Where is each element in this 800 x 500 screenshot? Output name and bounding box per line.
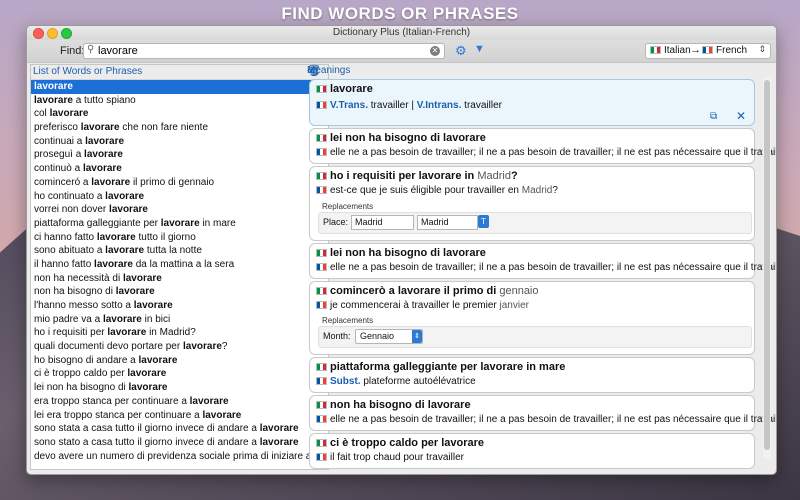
meanings-header: Meanings 🗑 « bbox=[305, 63, 776, 78]
list-item[interactable]: piattaforma galleggiante per lavorare in… bbox=[31, 217, 328, 231]
list-item[interactable]: sono abituato a lavorare tutta la notte bbox=[31, 244, 328, 258]
list-item[interactable]: proseguì a lavorare bbox=[31, 148, 328, 162]
replacements-box: Place: Madrid Madrid T bbox=[318, 212, 752, 234]
filter-icon[interactable]: ▼ bbox=[474, 43, 485, 55]
france-flag-icon bbox=[316, 377, 327, 386]
gear-icon[interactable]: ⚙ bbox=[455, 43, 467, 59]
italy-flag-icon bbox=[316, 249, 327, 258]
france-flag-icon bbox=[316, 148, 327, 157]
list-item[interactable]: continuai a lavorare bbox=[31, 135, 328, 149]
italy-flag-icon bbox=[316, 134, 327, 143]
list-item[interactable]: quali documenti devo portare per lavorar… bbox=[31, 340, 328, 354]
clear-search-button[interactable]: ✕ bbox=[430, 46, 440, 56]
app-window: Dictionary Plus (Italian-French) Find: ⚲… bbox=[26, 25, 777, 475]
search-box[interactable]: ⚲ ✕ bbox=[83, 43, 445, 59]
france-flag-icon bbox=[316, 453, 327, 462]
list-item[interactable]: lei era troppo stanca per continuare a l… bbox=[31, 409, 328, 423]
list-item[interactable]: col lavorare bbox=[31, 107, 328, 121]
list-item[interactable]: preferisco lavorare che non fare niente bbox=[31, 121, 328, 135]
month-select[interactable]: Gennaio ⇕ bbox=[355, 329, 423, 344]
italy-flag-icon bbox=[316, 85, 327, 94]
meaning-card[interactable]: ho i requisiti per lavorare in Madrid? e… bbox=[309, 166, 755, 241]
list-item[interactable]: sono stata a casa tutto il giorno invece… bbox=[31, 422, 328, 436]
toolbar: Find: ⚲ ✕ ⚙ ▼ Italian → French ⇕ bbox=[27, 40, 776, 63]
meaning-card[interactable]: comincerò a lavorare il primo di gennaio… bbox=[309, 281, 755, 355]
word-list-pane: List of Words or Phrases ⇅ lavorare lavor… bbox=[30, 64, 329, 470]
title-bar: Dictionary Plus (Italian-French) bbox=[27, 26, 776, 40]
italy-flag-icon bbox=[650, 46, 661, 55]
list-item[interactable]: continuò a lavorare bbox=[31, 162, 328, 176]
list-item[interactable]: vorrei non dover lavorare bbox=[31, 203, 328, 217]
list-item[interactable]: lavorare bbox=[31, 80, 328, 94]
close-icon[interactable]: ✕ bbox=[736, 109, 746, 123]
chevron-updown-icon: ⇕ bbox=[758, 44, 766, 54]
meaning-card[interactable]: piattaforma galleggiante per lavorare in… bbox=[309, 357, 755, 393]
meaning-card[interactable]: lei non ha bisogno di lavorare elle ne a… bbox=[309, 243, 776, 279]
search-input[interactable] bbox=[98, 44, 418, 58]
italy-flag-icon bbox=[316, 401, 327, 410]
month-label: Month: bbox=[323, 331, 351, 341]
translate-button[interactable]: T bbox=[478, 215, 489, 228]
word-list: lavorare lavorare a tutto spiano col lavor… bbox=[31, 80, 328, 463]
arrow-right-icon: → bbox=[690, 44, 701, 56]
list-item[interactable]: era troppo stanca per continuare a lavor… bbox=[31, 395, 328, 409]
window-title: Dictionary Plus (Italian-French) bbox=[332, 27, 471, 38]
list-item[interactable]: mio padre va a lavorare in bici bbox=[31, 313, 328, 327]
france-flag-icon bbox=[316, 263, 327, 272]
italy-flag-icon bbox=[316, 172, 327, 181]
search-icon: ⚲ bbox=[87, 44, 95, 55]
italy-flag-icon bbox=[316, 363, 327, 372]
list-item[interactable]: non ha necessità di lavorare bbox=[31, 272, 328, 286]
copy-icon[interactable]: ⧉ bbox=[710, 111, 717, 122]
france-flag-icon bbox=[316, 415, 327, 424]
list-item[interactable]: il hanno fatto lavorare da la mattina a … bbox=[31, 258, 328, 272]
scrollbar-thumb[interactable] bbox=[764, 80, 770, 450]
meaning-card[interactable]: lei non ha bisogno di lavorare elle ne a… bbox=[309, 128, 776, 164]
promo-headline: FIND WORDS OR PHRASES bbox=[281, 4, 519, 23]
list-item[interactable]: sono stato a casa tutto il giorno invece… bbox=[31, 436, 328, 450]
meaning-card[interactable]: lavorare V.Trans. travailler | V.Intrans… bbox=[309, 79, 755, 126]
language-pair-select[interactable]: Italian → French ⇕ bbox=[645, 43, 771, 59]
collapse-icon[interactable]: « bbox=[307, 63, 770, 77]
list-item[interactable]: ci hanno fatto lavorare tutto il giorno bbox=[31, 231, 328, 245]
lang-to: French bbox=[702, 45, 747, 56]
list-item[interactable]: cominceró a lavorare il primo di gennaio bbox=[31, 176, 328, 190]
italy-flag-icon bbox=[316, 287, 327, 296]
meanings-pane: Meanings 🗑 « lavorare V.Trans. travaille… bbox=[305, 63, 776, 469]
replacements-label: Replacements bbox=[322, 202, 374, 211]
find-label: Find: bbox=[60, 45, 85, 57]
list-item[interactable]: ho bisogno di andare a lavorare bbox=[31, 354, 328, 368]
meanings-scrollbar[interactable] bbox=[763, 78, 771, 458]
list-item[interactable]: devo avere un numero di previdenza socia… bbox=[31, 450, 328, 464]
france-flag-icon bbox=[316, 186, 327, 195]
replacements-label: Replacements bbox=[322, 316, 374, 325]
list-item[interactable]: lei non ha bisogno di lavorare bbox=[31, 381, 328, 395]
chevron-updown-icon: ⇕ bbox=[412, 330, 422, 343]
france-flag-icon bbox=[702, 46, 713, 55]
italy-flag-icon bbox=[316, 439, 327, 448]
france-flag-icon bbox=[316, 301, 327, 310]
meaning-card[interactable]: non ha bisogno di lavorare elle ne a pas… bbox=[309, 395, 776, 431]
france-flag-icon bbox=[316, 101, 327, 110]
word-list-header: List of Words or Phrases ⇅ bbox=[31, 65, 328, 80]
place-source-field[interactable]: Madrid bbox=[351, 215, 414, 230]
list-item[interactable]: ho i requisiti per lavorare in Madrid? bbox=[31, 326, 328, 340]
place-target-field[interactable]: Madrid bbox=[417, 215, 478, 230]
replacements-box: Month: Gennaio ⇕ bbox=[318, 326, 752, 348]
list-item[interactable]: lavorare a tutto spiano bbox=[31, 94, 328, 108]
list-item[interactable]: non ha bisogno di lavorare bbox=[31, 285, 328, 299]
list-item[interactable]: ho continuato a lavorare bbox=[31, 190, 328, 204]
list-item[interactable]: l'hanno messo sotto a lavorare bbox=[31, 299, 328, 313]
place-label: Place: bbox=[323, 217, 349, 227]
meaning-card[interactable]: ci è troppo caldo per lavorare il fait t… bbox=[309, 433, 755, 469]
list-item[interactable]: ci è troppo caldo per lavorare bbox=[31, 367, 328, 381]
lang-from: Italian bbox=[650, 45, 691, 56]
